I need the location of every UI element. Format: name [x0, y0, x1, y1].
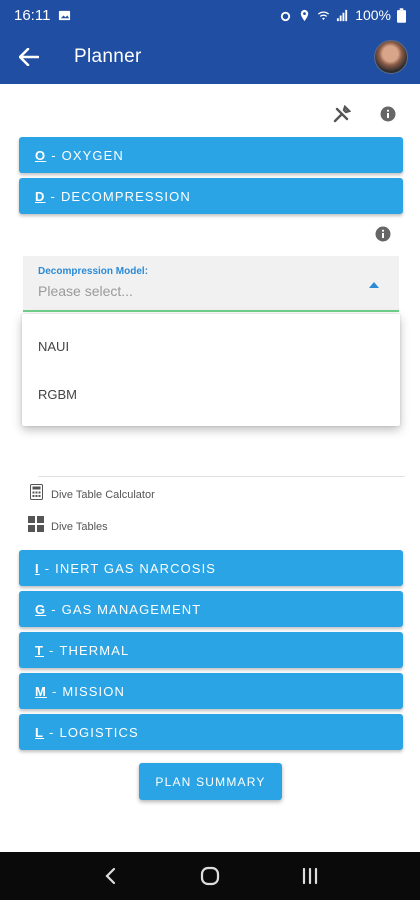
tools-row	[332, 104, 398, 124]
section-key: M	[35, 683, 47, 699]
section-key: L	[35, 724, 45, 740]
section-label: OXYGEN	[61, 147, 124, 163]
home-icon	[200, 866, 220, 886]
select-placeholder: Please select...	[38, 283, 133, 299]
info-icon	[380, 106, 396, 122]
section-oxygen-button[interactable]: O - OXYGEN	[19, 137, 403, 173]
dive-tables-label: Dive Tables	[51, 521, 108, 533]
dive-tables-link[interactable]: Dive Tables	[28, 515, 108, 533]
decompression-model-select[interactable]: Decompression Model: Please select...	[23, 256, 399, 312]
section-label: LOGISTICS	[59, 724, 139, 740]
location-icon	[300, 9, 309, 21]
section-decompression-button[interactable]: D - DECOMPRESSION	[19, 178, 403, 214]
menu-item-rgbm[interactable]: RGBM	[22, 370, 400, 418]
dive-table-calculator-label: Dive Table Calculator	[51, 489, 155, 501]
arrow-left-icon	[19, 48, 39, 66]
status-time: 16:11	[14, 6, 51, 24]
decompression-model-menu: NAUI RGBM	[22, 314, 400, 426]
calculator-icon	[28, 484, 44, 500]
info-icon	[375, 226, 391, 242]
section-key: T	[35, 642, 45, 658]
alarm-icon	[281, 11, 291, 21]
section-logistics-button[interactable]: L - LOGISTICS	[19, 714, 403, 750]
back-button[interactable]	[0, 30, 58, 84]
section-gas-management-button[interactable]: G - GAS MANAGEMENT	[19, 591, 403, 627]
section-mission-button[interactable]: M - MISSION	[19, 673, 403, 709]
system-nav-bar	[0, 852, 420, 900]
battery-percent: 100%	[355, 7, 391, 23]
section-thermal-button[interactable]: T - THERMAL	[19, 632, 403, 668]
avatar[interactable]	[374, 40, 408, 74]
grid-icon	[28, 516, 44, 532]
section-key: O	[35, 147, 47, 163]
divider	[38, 476, 405, 477]
section-label: DECOMPRESSION	[60, 188, 191, 204]
section-key: D	[35, 188, 46, 204]
section-label: GAS MANAGEMENT	[61, 601, 202, 617]
nav-home-button[interactable]	[190, 856, 230, 896]
caret-up-icon	[369, 282, 379, 288]
tools-icon	[333, 105, 351, 123]
signal-icon	[337, 9, 348, 21]
section-key: G	[35, 601, 47, 617]
info-button[interactable]	[378, 104, 398, 124]
section-label: MISSION	[62, 683, 125, 699]
nav-recents-button[interactable]	[290, 856, 330, 896]
tools-button[interactable]	[332, 104, 352, 124]
select-label: Decompression Model:	[38, 266, 149, 277]
status-bar: 16:11 100%	[0, 0, 420, 30]
section-label: INERT GAS NARCOSIS	[55, 560, 217, 576]
nav-back-button[interactable]	[90, 856, 130, 896]
decompression-info-button[interactable]	[373, 224, 393, 244]
recents-icon	[302, 867, 318, 885]
menu-item-naui[interactable]: NAUI	[22, 322, 400, 370]
dive-table-calculator-link[interactable]: Dive Table Calculator	[28, 483, 155, 501]
gallery-icon	[59, 10, 71, 20]
section-inert-gas-narcosis-button[interactable]: I - INERT GAS NARCOSIS	[19, 550, 403, 586]
chevron-left-icon	[105, 867, 116, 885]
plan-summary-button[interactable]: PLAN SUMMARY	[139, 763, 282, 800]
wifi-icon	[318, 11, 330, 20]
app-bar: Planner	[0, 30, 420, 84]
section-key: I	[35, 560, 40, 576]
battery-icon	[397, 7, 406, 23]
page-title: Planner	[74, 46, 142, 67]
section-label: THERMAL	[59, 642, 130, 658]
